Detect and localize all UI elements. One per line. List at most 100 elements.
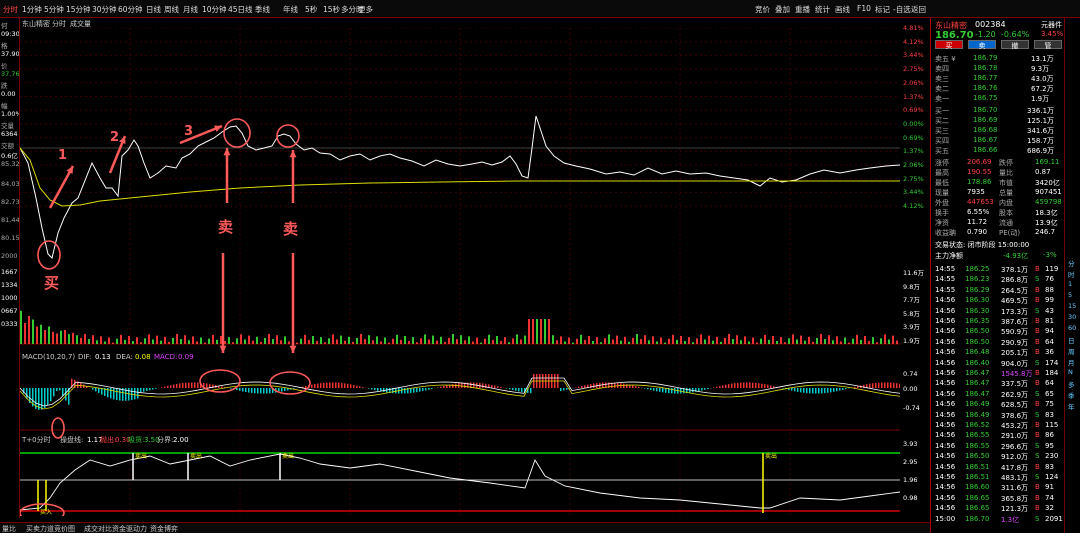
- sidebar-period[interactable]: 周: [1068, 346, 1075, 356]
- volume-bar: [632, 337, 634, 344]
- tick-side: B: [1035, 483, 1040, 492]
- macd-bar: [413, 388, 415, 393]
- ask-price: 186.76: [973, 84, 998, 92]
- period-tab[interactable]: 1分钟: [22, 4, 42, 15]
- toolbar-tool[interactable]: 标记: [875, 4, 890, 15]
- period-tab[interactable]: 日线: [146, 4, 161, 15]
- volume-bar: [208, 338, 210, 344]
- sidebar-period[interactable]: N: [1068, 368, 1073, 376]
- volume-bar: [44, 330, 46, 344]
- period-tab[interactable]: 5分钟: [44, 4, 64, 15]
- volume-bar: [376, 336, 378, 344]
- indicator-tab[interactable]: 买卖力道: [26, 524, 54, 533]
- volume-bar: [452, 334, 454, 344]
- sidebar-period[interactable]: 月: [1068, 357, 1075, 367]
- sidebar-period[interactable]: 15: [1068, 302, 1076, 310]
- bid-price: 186.66: [973, 146, 998, 154]
- ask-volume: 43.0万: [1031, 75, 1054, 83]
- sidebar-period[interactable]: 30: [1068, 313, 1076, 321]
- trade-button-3[interactable]: 管: [1034, 40, 1062, 50]
- left-info-label: 85.32: [1, 160, 20, 168]
- tick-price: 186.29: [965, 285, 990, 294]
- volume-bar: [444, 341, 446, 344]
- period-tab[interactable]: 30分钟: [92, 4, 117, 15]
- period-tab[interactable]: 45日线: [228, 4, 253, 15]
- sector-badge[interactable]: 元器件: [1041, 20, 1062, 30]
- volume-bar: [856, 334, 858, 344]
- toolbar-tool[interactable]: 重播: [795, 4, 810, 15]
- toolbar-tool[interactable]: -自选: [893, 4, 911, 15]
- sidebar-period[interactable]: 日: [1068, 335, 1075, 345]
- tick-price: 186.25: [965, 265, 990, 273]
- tick-row: 14:56 186.51 417.8万 B 83: [931, 463, 1065, 473]
- volume-bar: [416, 342, 418, 344]
- indicator-tab[interactable]: 资金博弈: [150, 524, 178, 533]
- toolbar-tool[interactable]: 统计: [815, 4, 830, 15]
- macd-bar: [281, 388, 283, 392]
- sidebar-period[interactable]: 1: [1068, 280, 1072, 288]
- tick-volume: 262.9万: [1001, 390, 1029, 399]
- macd-bar: [845, 388, 847, 390]
- period-tab[interactable]: 分时: [3, 4, 18, 15]
- tick-side: B: [1035, 265, 1040, 273]
- indicator-tab[interactable]: 竞价图: [54, 524, 75, 533]
- intraday-chart[interactable]: 卖出 卖出 卖出 卖出买入 MACD(10,20,7) DIF: 0.13 DEA: 0.08 M…: [20, 28, 900, 516]
- sidebar-period[interactable]: 年: [1068, 401, 1075, 411]
- toolbar-tool[interactable]: 竞价: [755, 4, 770, 15]
- period-tab[interactable]: 10分钟: [202, 4, 227, 15]
- volume-bar: [200, 337, 202, 344]
- period-tab[interactable]: 60分钟: [118, 4, 143, 15]
- period-tab[interactable]: 5秒: [305, 4, 317, 15]
- sidebar-period[interactable]: 季: [1068, 390, 1075, 400]
- period-tab[interactable]: 年线: [283, 4, 298, 15]
- sidebar-period[interactable]: 时: [1068, 269, 1075, 279]
- volume-bar: [36, 326, 38, 344]
- tick-volume: 121.3万: [1001, 505, 1029, 514]
- tick-time: 14:56: [935, 306, 956, 315]
- tick-time: 14:56: [935, 369, 956, 377]
- macd-bar: [239, 388, 241, 391]
- left-info-label: 1000: [1, 294, 18, 302]
- toolbar-tool[interactable]: 画线: [835, 4, 850, 15]
- period-tab[interactable]: 月线: [183, 4, 198, 15]
- tick-count: 174: [1045, 358, 1059, 367]
- volume-bar: [392, 338, 394, 344]
- trade-buttons: 买卖撤管: [931, 40, 1065, 50]
- sidebar-period[interactable]: 多: [1068, 379, 1075, 389]
- toolbar-tool[interactable]: F10: [857, 4, 871, 13]
- tick-row: 14:55 186.23 286.8万 S 76: [931, 275, 1065, 285]
- trade-button-2[interactable]: 撤: [1001, 40, 1029, 50]
- volume-bar: [472, 341, 474, 344]
- toolbar-tool[interactable]: 叠加: [775, 4, 790, 15]
- toolbar-tool[interactable]: 返回: [911, 4, 926, 15]
- volume-bar: [412, 337, 414, 344]
- stock-header: 东山精密 002384 元器件: [931, 20, 1065, 30]
- period-tab[interactable]: 周线: [164, 4, 179, 15]
- indicator-tab[interactable]: 资金驱动力: [112, 524, 147, 533]
- ask-price: 186.75: [973, 94, 998, 102]
- tick-side: B: [1035, 493, 1040, 502]
- trade-button-1[interactable]: 卖: [968, 40, 996, 50]
- macd-bar: [164, 386, 166, 388]
- macd-bar: [137, 388, 139, 399]
- sidebar-period[interactable]: 60: [1068, 324, 1076, 332]
- volume-bar: [120, 334, 122, 344]
- period-tab[interactable]: 15分钟: [66, 4, 91, 15]
- volume-bar: [272, 339, 274, 344]
- macd-bar: [320, 383, 322, 388]
- sidebar-period[interactable]: 分: [1068, 258, 1075, 268]
- trade-button-0[interactable]: 买: [935, 40, 963, 50]
- volume-bar: [656, 341, 658, 344]
- volume-bar: [72, 332, 74, 344]
- tick-price: 186.51: [965, 473, 990, 481]
- macd-bar: [761, 383, 763, 388]
- indicator-tab[interactable]: 成交对比: [84, 524, 112, 533]
- period-tab[interactable]: 15秒: [323, 4, 340, 15]
- indicator-tab[interactable]: 量比: [2, 524, 16, 533]
- macd-bar: [65, 388, 67, 401]
- volume-tick: 9.8万: [903, 282, 920, 291]
- macd-bar: [323, 382, 325, 388]
- sidebar-period[interactable]: 5: [1068, 291, 1072, 299]
- period-tab[interactable]: 更多: [358, 4, 373, 15]
- period-tab[interactable]: 季线: [255, 4, 270, 15]
